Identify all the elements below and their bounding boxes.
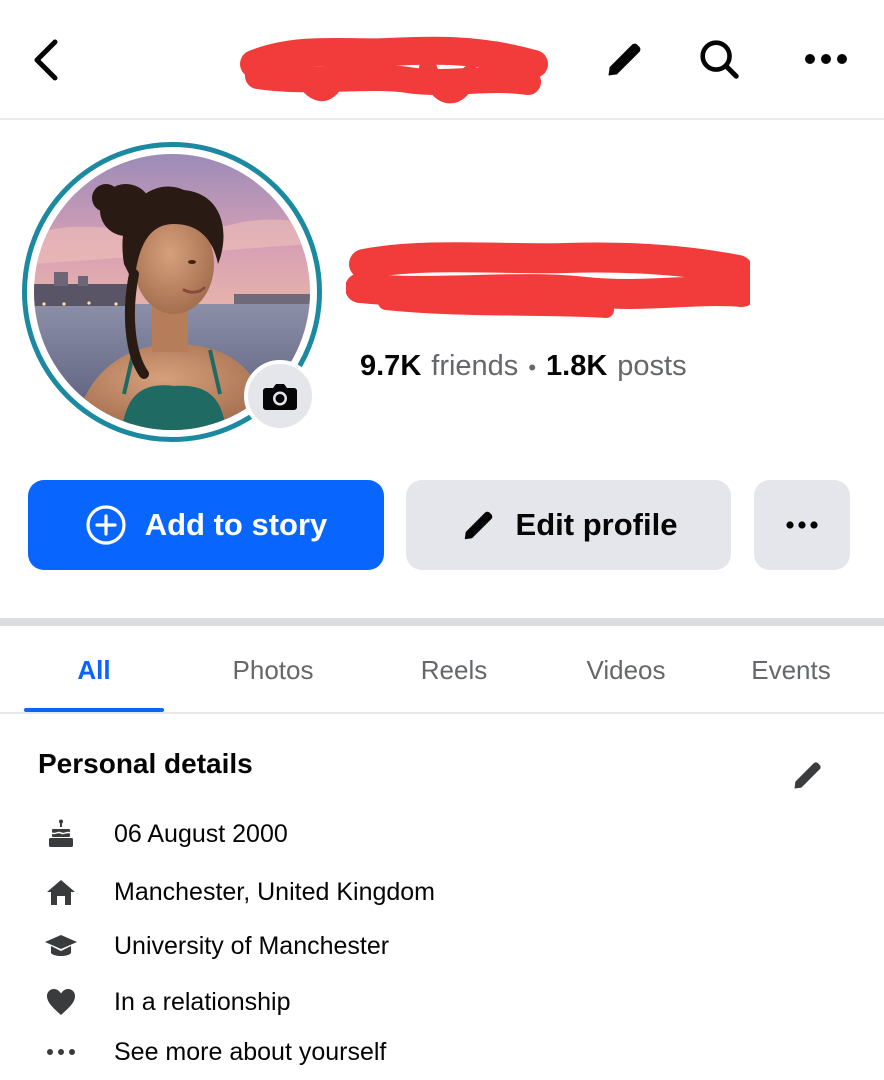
more-options-button[interactable]: [794, 30, 858, 88]
tab-videos[interactable]: Videos: [566, 626, 686, 714]
home-icon: [38, 878, 84, 906]
birthday-text: 06 August 2000: [114, 819, 288, 848]
detail-row-birthday[interactable]: 06 August 2000: [38, 812, 798, 856]
edit-profile-button[interactable]: Edit profile: [406, 480, 731, 570]
posts-label: posts: [617, 350, 687, 382]
detail-row-relationship[interactable]: In a relationship: [38, 980, 798, 1024]
pencil-icon: [794, 762, 821, 789]
profile-header: 9.7K friends • 1.8K posts Add to story E…: [0, 122, 884, 618]
personal-details-title: Personal details: [38, 748, 253, 779]
more-dots-icon: [786, 521, 818, 529]
change-photo-button[interactable]: [244, 360, 316, 432]
camera-icon: [263, 384, 297, 410]
graduation-cap-icon: [38, 933, 84, 959]
see-more-about-link[interactable]: See more about yourself: [38, 1030, 798, 1074]
back-button[interactable]: [22, 32, 70, 88]
heart-icon: [38, 988, 84, 1016]
education-text: University of Manchester: [114, 931, 390, 960]
section-divider: [0, 618, 884, 626]
edit-header-button[interactable]: [596, 30, 654, 88]
active-tab-indicator: [24, 708, 164, 712]
posts-count: 1.8K: [546, 350, 608, 382]
add-to-story-button[interactable]: Add to story: [28, 480, 384, 570]
profile-stats: 9.7K friends • 1.8K posts: [360, 350, 687, 383]
redacted-name-scribble: [345, 230, 757, 326]
detail-row-location[interactable]: Manchester, United Kingdom: [38, 870, 798, 914]
top-navigation-bar: [0, 0, 884, 120]
tab-all[interactable]: All: [24, 626, 164, 714]
edit-profile-label: Edit profile: [515, 507, 678, 542]
detail-row-education[interactable]: University of Manchester: [38, 924, 798, 968]
search-button[interactable]: [690, 30, 748, 88]
see-more-text: See more about yourself: [114, 1037, 387, 1066]
relationship-text: In a relationship: [114, 987, 291, 1016]
tab-reels[interactable]: Reels: [394, 626, 514, 714]
redacted-username-scribble: [238, 24, 548, 114]
birthday-cake-icon: [38, 819, 84, 849]
friends-label[interactable]: friends: [431, 350, 518, 383]
plus-circle-icon: [86, 505, 126, 545]
stats-separator: •: [528, 355, 537, 380]
pencil-icon: [464, 511, 492, 540]
tab-photos[interactable]: Photos: [208, 626, 338, 714]
search-icon: [700, 40, 739, 79]
profile-tabs: All Photos Reels Videos Events: [0, 626, 884, 714]
friends-count[interactable]: 9.7K: [360, 350, 421, 383]
edit-details-button[interactable]: [784, 752, 832, 798]
location-text: Manchester, United Kingdom: [114, 877, 436, 906]
add-to-story-label: Add to story: [144, 507, 328, 542]
more-dots-icon: [38, 1048, 84, 1056]
pencil-icon: [608, 43, 641, 76]
more-dots-icon: [805, 54, 847, 64]
profile-more-button[interactable]: [754, 480, 850, 570]
chevron-left-icon: [34, 39, 58, 81]
tab-events[interactable]: Events: [732, 626, 850, 714]
